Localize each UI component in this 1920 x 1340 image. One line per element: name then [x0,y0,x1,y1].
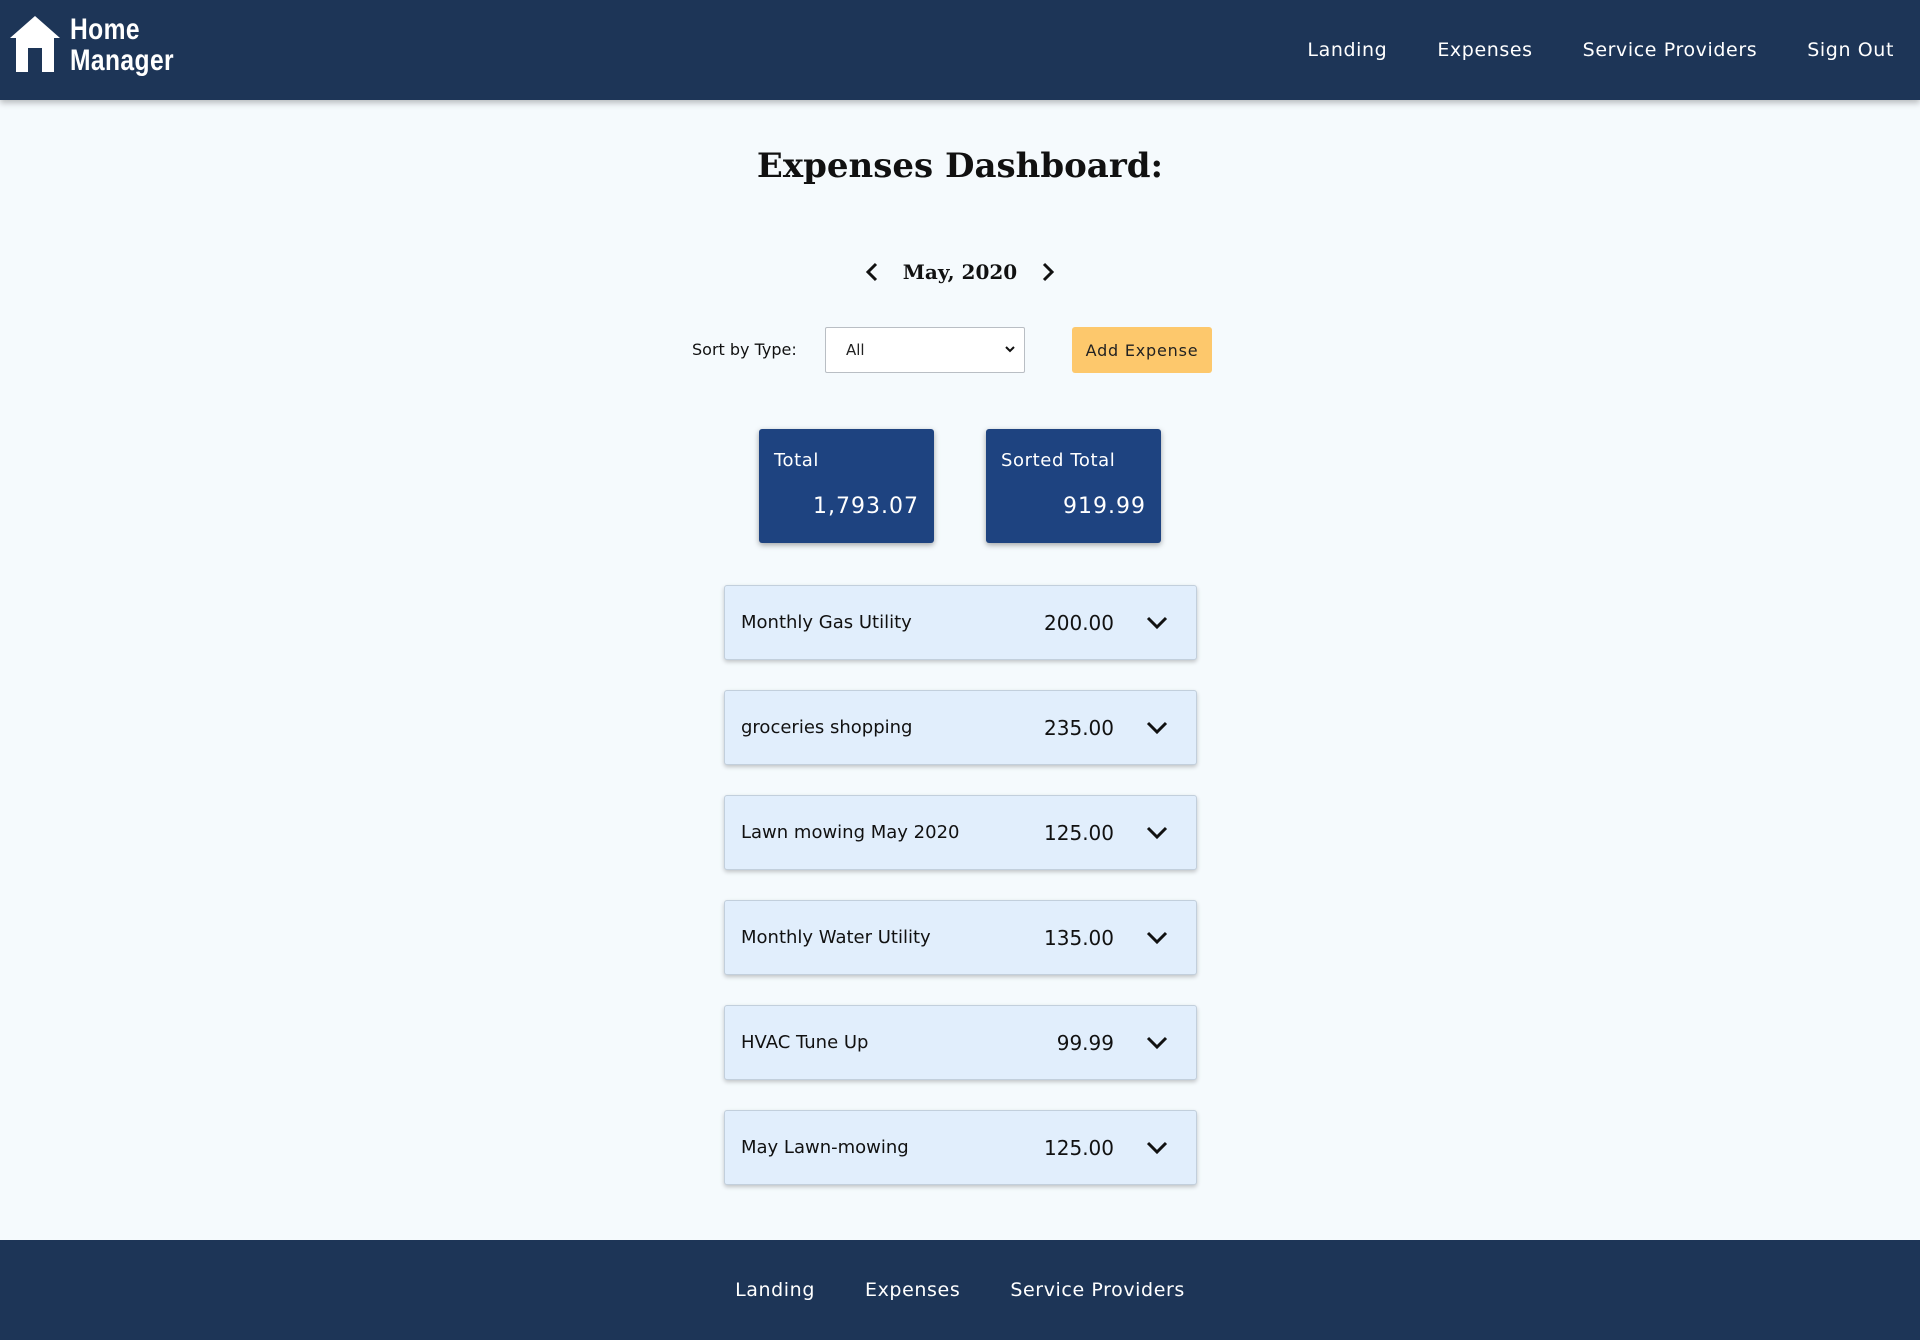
expense-name: HVAC Tune Up [741,1032,869,1053]
expand-expense-button[interactable] [1140,1026,1174,1060]
total-label: Total [774,450,820,471]
chevron-down-icon [1146,721,1168,735]
expand-expense-button[interactable] [1140,921,1174,955]
expand-expense-button[interactable] [1140,711,1174,745]
expense-amount: 125.00 [1044,821,1114,845]
page-title: Expenses Dashboard: [756,146,1164,186]
expense-amount: 200.00 [1044,611,1114,635]
expense-name: Monthly Gas Utility [741,612,912,633]
sorted-total-card: Sorted Total 919.99 [986,429,1161,543]
top-navbar: Home Manager Landing Expenses Service Pr… [0,0,1920,100]
expense-amount: 235.00 [1044,716,1114,740]
chevron-down-icon [1146,1036,1168,1050]
expand-expense-button[interactable] [1140,606,1174,640]
nav-link-sign-out[interactable]: Sign Out [1807,39,1894,61]
footer-link-service-providers[interactable]: Service Providers [1010,1279,1185,1301]
expense-item[interactable]: Monthly Water Utility 135.00 [724,900,1197,975]
expense-item[interactable]: Monthly Gas Utility 200.00 [724,585,1197,660]
logo-line-2: Manager [70,44,175,77]
expense-item[interactable]: groceries shopping 235.00 [724,690,1197,765]
chevron-down-icon [1146,826,1168,840]
chevron-right-icon [1043,262,1055,282]
chevron-down-icon [1146,931,1168,945]
add-expense-button[interactable]: Add Expense [1072,327,1212,373]
expense-controls: Sort by Type: All Add Expense [0,327,1920,373]
chevron-left-icon [865,262,877,282]
sort-select-value: All [846,341,865,359]
expense-item[interactable]: May Lawn-mowing 125.00 [724,1110,1197,1185]
prev-month-button[interactable] [855,255,889,289]
footer-link-expenses[interactable]: Expenses [865,1279,960,1301]
expense-name: May Lawn-mowing [741,1137,909,1158]
sorted-total-label: Sorted Total [1001,450,1116,471]
expense-name: Monthly Water Utility [741,927,931,948]
footer-link-landing[interactable]: Landing [735,1279,815,1301]
footer: Landing Expenses Service Providers [0,1240,1920,1340]
house-icon [10,16,60,72]
sort-by-type-label: Sort by Type: [692,340,797,359]
expand-expense-button[interactable] [1140,1131,1174,1165]
expense-name: Lawn mowing May 2020 [741,822,960,843]
expense-item[interactable]: Lawn mowing May 2020 125.00 [724,795,1197,870]
chevron-down-icon [1005,346,1015,353]
expense-item[interactable]: HVAC Tune Up 99.99 [724,1005,1197,1080]
month-navigator: May, 2020 [0,255,1920,289]
expense-amount: 135.00 [1044,926,1114,950]
expense-name: groceries shopping [741,717,913,738]
nav-link-expenses[interactable]: Expenses [1437,39,1532,61]
chevron-down-icon [1146,616,1168,630]
sorted-total-value: 919.99 [1063,494,1146,519]
nav-link-service-providers[interactable]: Service Providers [1583,39,1758,61]
expand-expense-button[interactable] [1140,816,1174,850]
expense-amount: 99.99 [1056,1031,1114,1055]
expense-amount: 125.00 [1044,1136,1114,1160]
chevron-down-icon [1146,1141,1168,1155]
nav-link-landing[interactable]: Landing [1307,39,1387,61]
sort-by-type-select[interactable]: All [825,327,1025,373]
total-card: Total 1,793.07 [759,429,934,543]
logo-text: Home Manager [70,14,174,76]
logo-line-1: Home [70,13,140,46]
next-month-button[interactable] [1031,255,1065,289]
current-month-label: May, 2020 [902,260,1018,284]
logo[interactable]: Home Manager [8,14,197,76]
total-value: 1,793.07 [813,494,919,519]
header-nav: Landing Expenses Service Providers Sign … [1257,0,1894,100]
